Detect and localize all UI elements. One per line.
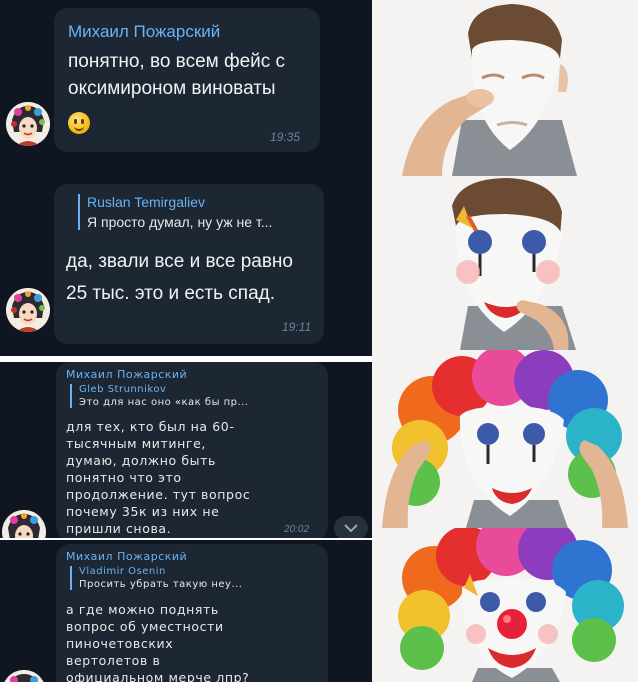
- reply-text: Я просто думал, ну уж не т...: [87, 214, 273, 230]
- avatar-illustration-icon: [6, 102, 50, 146]
- avatar[interactable]: [6, 288, 50, 332]
- avatar[interactable]: [2, 510, 46, 540]
- message-bubble[interactable]: Ruslan Temirgaliev Я просто думал, ну уж…: [54, 184, 324, 344]
- message-timestamp: 20:02: [284, 524, 310, 535]
- message-bubble[interactable]: Михаил Пожарский Vladimir Osenin Просить…: [56, 544, 328, 682]
- message-text-line: вертолетов в: [66, 653, 161, 668]
- avatar-illustration-icon: [4, 670, 44, 682]
- message-timestamp: 19:35: [270, 130, 301, 144]
- chevron-down-icon: [344, 524, 358, 533]
- message-text-line: понятно что это: [66, 470, 182, 485]
- chat-screenshots-column: Михаил Пожарский понятно, во всем фейс с…: [0, 8, 372, 682]
- clown-wig-image: [372, 350, 638, 528]
- reply-text: Это для нас оно «как бы пр...: [79, 397, 249, 408]
- message-text-line: вопрос об уместности: [66, 619, 224, 634]
- chat-panel-3: Михаил Пожарский Gleb Strunnikov Это для…: [0, 362, 372, 540]
- chat-panel-2: Ruslan Temirgaliev Я просто думал, ну уж…: [0, 184, 372, 356]
- message-bubble[interactable]: Михаил Пожарский понятно, во всем фейс с…: [54, 8, 320, 152]
- avatar[interactable]: [2, 670, 46, 682]
- clown-makeup-image: [372, 176, 638, 350]
- sender-name[interactable]: Михаил Пожарский: [66, 368, 187, 381]
- chat-panel-4: Михаил Пожарский Vladimir Osenin Просить…: [0, 540, 372, 682]
- message-bubble[interactable]: Михаил Пожарский Gleb Strunnikov Это для…: [56, 362, 328, 540]
- message-text-line: продолжение. тут вопрос: [66, 487, 251, 502]
- avatar-illustration-icon: [2, 510, 46, 540]
- message-text-line: да, звали все и все равно: [66, 251, 293, 272]
- reply-quote[interactable]: Vladimir Osenin Просить убрать такую неу…: [70, 566, 243, 590]
- message-text-line: для тех, кто был на 60-: [66, 419, 235, 434]
- message-text-line: оксимироном виноваты: [68, 78, 276, 99]
- message-timestamp: 19:11: [282, 320, 312, 334]
- clown-wig-panel: [372, 350, 638, 528]
- scroll-down-button[interactable]: [334, 516, 368, 540]
- message-text-line: пиночетовских: [66, 636, 174, 651]
- message-text-line: официальном мерче лпр?: [66, 670, 250, 682]
- clown-makeup-panel: [372, 176, 638, 350]
- white-face-paint-image: [372, 0, 638, 176]
- reply-quote[interactable]: Gleb Strunnikov Это для нас оно «как бы …: [70, 384, 249, 408]
- message-text-line: почему 35к из них не: [66, 504, 220, 519]
- message-text-line: 25 тыс. это и есть спад.: [66, 283, 275, 304]
- avatar[interactable]: [6, 102, 50, 146]
- smiling-face-emoji-icon: [68, 112, 90, 134]
- message-text-line: понятно, во всем фейс с: [68, 51, 286, 72]
- reply-author: Vladimir Osenin: [79, 566, 166, 577]
- reply-quote[interactable]: Ruslan Temirgaliev Я просто думал, ну уж…: [78, 194, 272, 230]
- message-text-line: а где можно поднять: [66, 602, 219, 617]
- avatar-illustration-icon: [6, 288, 50, 332]
- face-paint-panel: [372, 0, 638, 176]
- message-text-line: тысячным митинге,: [66, 436, 206, 451]
- sender-name[interactable]: Михаил Пожарский: [66, 550, 187, 563]
- sender-name[interactable]: Михаил Пожарский: [68, 22, 220, 42]
- reply-text: Просить убрать такую неу...: [79, 579, 243, 590]
- chat-panel-1: Михаил Пожарский понятно, во всем фейс с…: [0, 8, 372, 184]
- message-text-line: думаю, должно быть: [66, 453, 216, 468]
- clown-nose-panel: [372, 528, 638, 682]
- message-text-line: пришли снова.: [66, 521, 172, 536]
- clown-meme-column: [372, 0, 638, 682]
- reply-author: Gleb Strunnikov: [79, 384, 167, 395]
- clown-nose-image: [372, 528, 638, 682]
- reply-author: Ruslan Temirgaliev: [87, 194, 206, 210]
